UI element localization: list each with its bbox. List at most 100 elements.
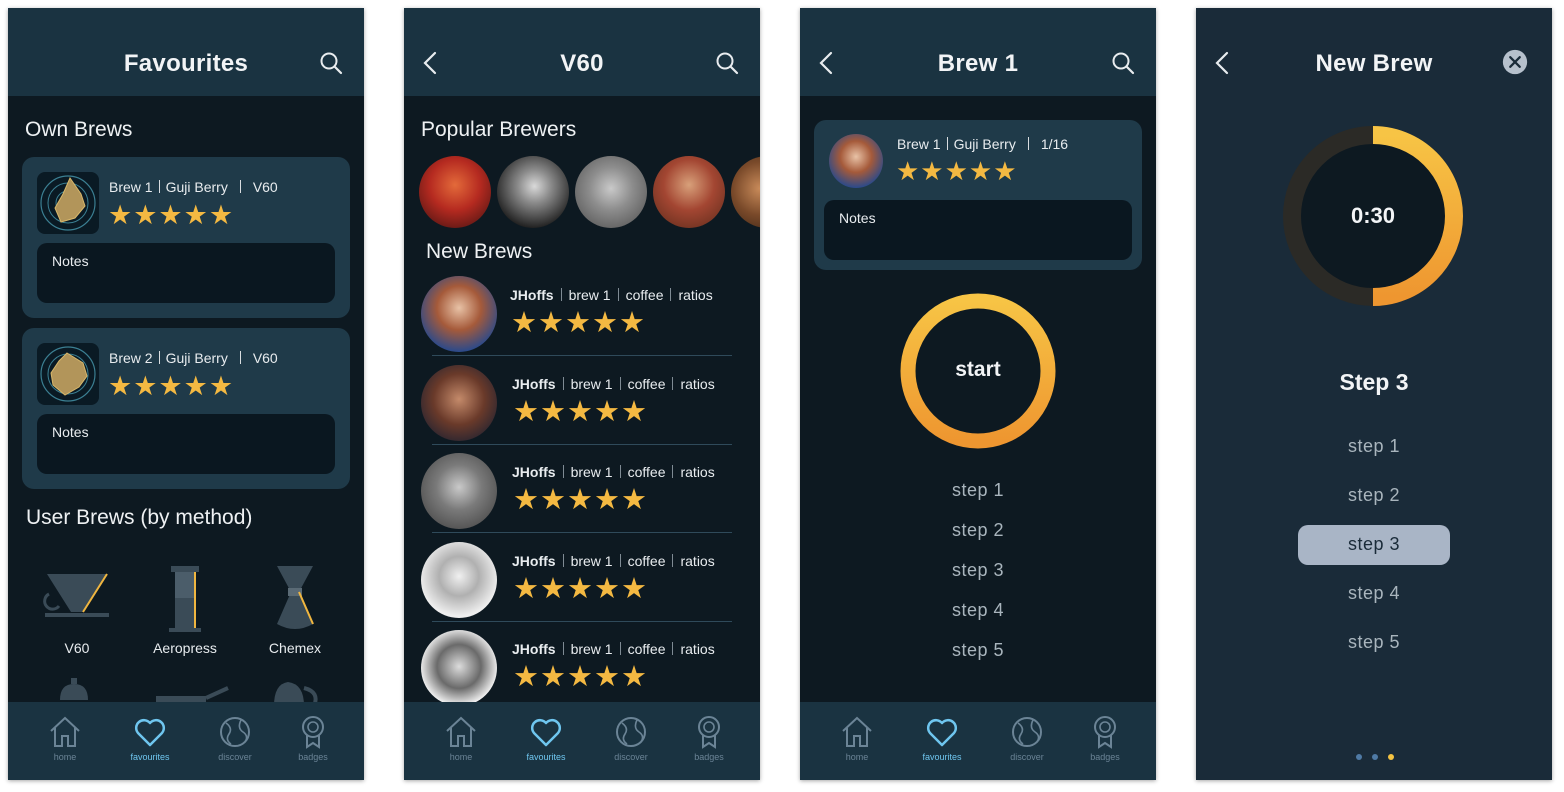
bean-name: Guji Berry	[165, 350, 228, 366]
page-title: Favourites	[123, 50, 249, 77]
tab-badges[interactable]: badges	[278, 714, 348, 762]
row-divider	[432, 443, 732, 445]
current-step-title: Step 3	[1339, 369, 1409, 395]
tab-favourites[interactable]: favourites	[907, 714, 977, 762]
page-dot[interactable]	[1372, 754, 1378, 760]
brew-row-meta[interactable]: JHoffs brew 1 coffee ratios	[510, 287, 713, 303]
brew-row-meta[interactable]: JHoffs brew 1 coffee ratios	[512, 553, 715, 569]
tab-bar: home favourites discover badges	[404, 702, 760, 780]
brew-row-meta[interactable]: JHoffs brew 1 coffee ratios	[512, 641, 715, 657]
brewer-avatar[interactable]	[421, 630, 497, 706]
method-chemex[interactable]: Chemex	[255, 564, 335, 656]
own-brew-card-1[interactable]: Brew 1 Guji Berry V60 ★★★★★ Notes	[22, 157, 350, 318]
screen-v60: V60 Popular Brewers New Brews JHoffs brew…	[404, 8, 760, 780]
star-rating[interactable]: ★★★★★	[511, 309, 646, 338]
tab-discover[interactable]: discover	[992, 714, 1062, 762]
tab-discover[interactable]: discover	[596, 714, 666, 762]
brew-radar-thumbnail	[37, 343, 99, 405]
step-item[interactable]: step 1	[1196, 436, 1552, 457]
tab-label: discover	[614, 752, 648, 762]
brew-name: brew 1	[570, 464, 613, 480]
tab-badges[interactable]: badges	[1070, 714, 1140, 762]
username: JHoffs	[510, 287, 554, 303]
search-icon[interactable]	[1110, 50, 1136, 76]
tab-label: badges	[694, 752, 724, 762]
page-dot[interactable]	[1356, 754, 1362, 760]
notes-field[interactable]: Notes	[824, 200, 1132, 260]
coffee-tag: coffee	[627, 552, 666, 569]
new-brews-heading: New Brews	[426, 240, 533, 263]
tab-home[interactable]: home	[822, 714, 892, 762]
star-rating[interactable]: ★★★★★	[896, 158, 1018, 184]
brewer-avatar[interactable]	[421, 453, 497, 529]
star-rating[interactable]: ★★★★★	[108, 202, 234, 229]
method-aeropress[interactable]: Aeropress	[145, 564, 225, 656]
step-item[interactable]: step 4	[1196, 583, 1552, 604]
globe-icon	[1012, 717, 1042, 747]
tab-label: home	[53, 752, 77, 762]
brew-name: brew 1	[568, 287, 611, 303]
notes-field[interactable]: Notes	[37, 414, 335, 474]
close-icon[interactable]	[1502, 49, 1532, 79]
brew-row-meta[interactable]: JHoffs brew 1 coffee ratios	[512, 376, 715, 392]
brewer-avatar[interactable]	[497, 156, 569, 228]
tab-badges[interactable]: badges	[674, 714, 744, 762]
page-title: V60	[560, 50, 604, 77]
tab-home[interactable]: home	[30, 714, 100, 762]
step-item[interactable]: step 3	[800, 560, 1156, 581]
brewer-avatar[interactable]	[575, 156, 647, 228]
brewer-avatar[interactable]	[421, 364, 497, 441]
row-divider	[432, 355, 732, 356]
star-rating[interactable]: ★★★★★	[108, 373, 234, 400]
brewer-avatar[interactable]	[653, 156, 725, 228]
brewer-avatar[interactable]	[421, 541, 497, 618]
star-rating[interactable]: ★★★★★	[513, 663, 648, 692]
brewer-avatar[interactable]	[731, 156, 760, 228]
page-dot[interactable]	[1388, 754, 1394, 760]
tab-discover[interactable]: discover	[200, 714, 270, 762]
brew-row-meta[interactable]: JHoffs brew 1 coffee ratios	[512, 464, 715, 480]
brewer-avatar[interactable]	[421, 276, 497, 352]
own-brew-card-2[interactable]: Brew 2 Guji Berry V60 ★★★★★ Notes	[22, 328, 350, 489]
notes-field[interactable]: Notes	[37, 243, 335, 303]
step-item[interactable]: step 2	[1196, 485, 1552, 506]
v60-dripper-icon	[43, 573, 109, 617]
search-icon[interactable]	[714, 50, 740, 76]
header: Brew 1	[800, 8, 1156, 96]
globe-icon	[220, 717, 250, 747]
page-title: Brew 1	[937, 50, 1019, 77]
tab-favourites[interactable]: favourites	[511, 714, 581, 762]
star-rating[interactable]: ★★★★★	[513, 397, 648, 427]
method-label: V60	[64, 640, 90, 656]
badge-icon	[698, 716, 720, 749]
brewer-avatar[interactable]	[829, 134, 883, 188]
badge-icon	[1094, 716, 1116, 749]
tab-home[interactable]: home	[426, 714, 496, 762]
brew-detail-card: Brew 1 Guji Berry 1/16 ★★★★★ Notes	[814, 120, 1142, 270]
step-item[interactable]: step 5	[1196, 632, 1552, 653]
brew-name: brew 1	[570, 552, 613, 569]
brew-name: brew 1	[570, 375, 613, 392]
globe-icon	[616, 717, 646, 747]
timer-ring: 0:30	[1283, 126, 1463, 306]
popular-brewers-heading: Popular Brewers	[421, 118, 577, 141]
star-rating[interactable]: ★★★★★	[513, 486, 648, 515]
home-icon	[842, 716, 872, 747]
coffee-tag: coffee	[627, 375, 666, 392]
brew-name: Brew 2	[109, 350, 153, 366]
tab-label: badges	[298, 752, 328, 762]
tab-bar: home favourites discover badges	[800, 702, 1156, 780]
search-icon[interactable]	[318, 50, 344, 76]
star-rating[interactable]: ★★★★★	[513, 574, 648, 604]
method-label: Aeropress	[153, 640, 217, 656]
step-item[interactable]: step 3	[1196, 534, 1552, 555]
tab-favourites[interactable]: favourites	[115, 714, 185, 762]
method-v60[interactable]: V60	[37, 564, 117, 656]
step-item[interactable]: step 4	[800, 600, 1156, 621]
brewer-avatar[interactable]	[419, 156, 491, 228]
step-item[interactable]: step 1	[800, 480, 1156, 501]
step-item[interactable]: step 5	[800, 640, 1156, 661]
step-item[interactable]: step 2	[800, 520, 1156, 541]
start-button[interactable]: start	[899, 292, 1057, 450]
header: Favourites	[8, 8, 364, 96]
